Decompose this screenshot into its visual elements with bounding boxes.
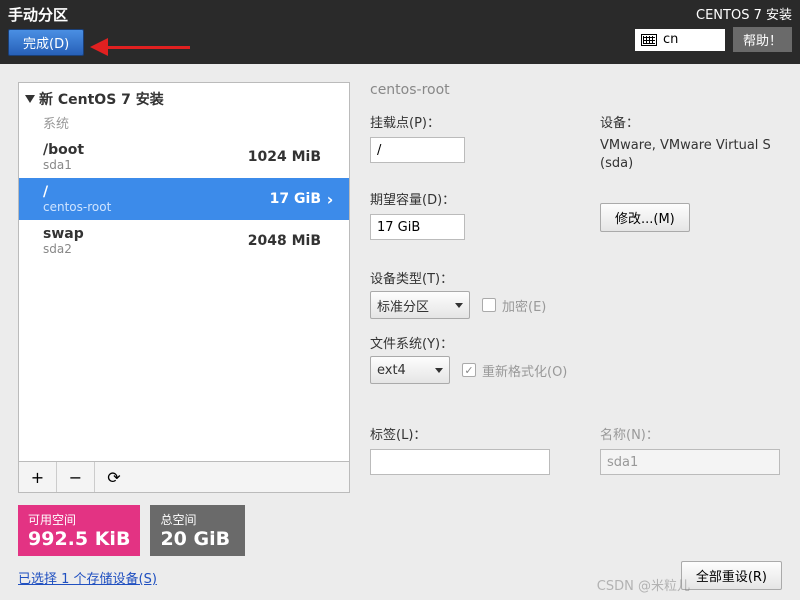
partition-size: 2048 MiB — [248, 233, 321, 249]
chevron-right-icon: › — [321, 148, 339, 167]
free-space-value: 992.5 KiB — [28, 528, 130, 550]
device-type-label: 设备类型(T)： — [370, 268, 782, 287]
remove-partition-button[interactable]: − — [57, 462, 95, 492]
filesystem-select[interactable]: ext4 — [370, 356, 450, 384]
partition-device: centos-root — [43, 200, 270, 214]
filesystem-value: ext4 — [377, 363, 406, 378]
partition-group-header[interactable]: 新 CentOS 7 安装 — [19, 83, 349, 111]
partition-list: 新 CentOS 7 安装 系统 /boot sda1 1024 MiB › /… — [18, 82, 350, 462]
chevron-down-icon — [435, 368, 443, 373]
partition-row[interactable]: /boot sda1 1024 MiB › — [19, 136, 349, 178]
capacity-input[interactable] — [370, 214, 465, 240]
chevron-down-icon — [455, 303, 463, 308]
installer-title: CENTOS 7 安装 — [696, 4, 792, 23]
reload-button[interactable]: ⟳ — [95, 462, 133, 492]
total-space-box: 总空间 20 GiB — [150, 505, 245, 556]
partition-size: 17 GiB — [270, 191, 321, 207]
chevron-right-icon: › — [321, 232, 339, 251]
modify-devices-button[interactable]: 修改...(M) — [600, 203, 690, 232]
total-space-value: 20 GiB — [160, 528, 235, 550]
partition-device: sda1 — [43, 158, 248, 172]
free-space-box: 可用空间 992.5 KiB — [18, 505, 140, 556]
help-button[interactable]: 帮助！ — [733, 27, 792, 52]
system-section-label: 系统 — [19, 111, 349, 136]
devices-text: VMware, VMware Virtual S (sda) — [600, 137, 782, 173]
partition-device: sda2 — [43, 242, 248, 256]
label-input[interactable] — [370, 449, 550, 475]
detail-title: centos-root — [370, 82, 782, 98]
label-label: 标签(L)： — [370, 424, 570, 443]
partition-row[interactable]: swap sda2 2048 MiB › — [19, 220, 349, 262]
mount-point-input[interactable] — [370, 137, 465, 163]
partition-tools: + − ⟳ — [18, 462, 350, 493]
mount-point-label: 挂载点(P)： — [370, 112, 570, 131]
keyboard-layout-selector[interactable]: cn — [635, 29, 725, 51]
capacity-label: 期望容量(D)： — [370, 189, 570, 208]
chevron-down-icon — [25, 95, 35, 103]
devices-label: 设备： — [600, 112, 782, 131]
partition-size: 1024 MiB — [248, 149, 321, 165]
reformat-label: 重新格式化(O) — [482, 361, 567, 380]
name-label: 名称(N)： — [600, 424, 782, 443]
done-button[interactable]: 完成(D) — [8, 29, 84, 56]
group-title: 新 CentOS 7 安装 — [39, 89, 164, 109]
chevron-right-icon: › — [321, 190, 339, 209]
add-partition-button[interactable]: + — [19, 462, 57, 492]
partition-mount: / — [43, 184, 270, 200]
keyboard-icon — [641, 34, 657, 46]
keyboard-layout-value: cn — [663, 32, 678, 47]
reset-all-button[interactable]: 全部重设(R) — [681, 561, 782, 590]
reformat-checkbox[interactable] — [462, 363, 476, 377]
encrypt-label: 加密(E) — [502, 296, 546, 315]
device-type-select[interactable]: 标准分区 — [370, 291, 470, 319]
top-bar: 手动分区 完成(D) CENTOS 7 安装 cn 帮助！ — [0, 0, 800, 64]
device-type-value: 标准分区 — [377, 296, 429, 315]
partition-row[interactable]: / centos-root 17 GiB › — [19, 178, 349, 220]
page-title: 手动分区 — [8, 4, 84, 25]
name-input — [600, 449, 780, 475]
partition-mount: /boot — [43, 142, 248, 158]
total-space-label: 总空间 — [160, 511, 235, 528]
filesystem-label: 文件系统(Y)： — [370, 333, 782, 352]
partitions-pane: 新 CentOS 7 安装 系统 /boot sda1 1024 MiB › /… — [0, 64, 358, 600]
storage-devices-link[interactable]: 已选择 1 个存储设备(S) — [18, 568, 350, 587]
partition-mount: swap — [43, 226, 248, 242]
free-space-label: 可用空间 — [28, 511, 130, 528]
encrypt-checkbox[interactable] — [482, 298, 496, 312]
partition-details-pane: centos-root 挂载点(P)： 期望容量(D)： 设备： VMware,… — [358, 64, 800, 600]
